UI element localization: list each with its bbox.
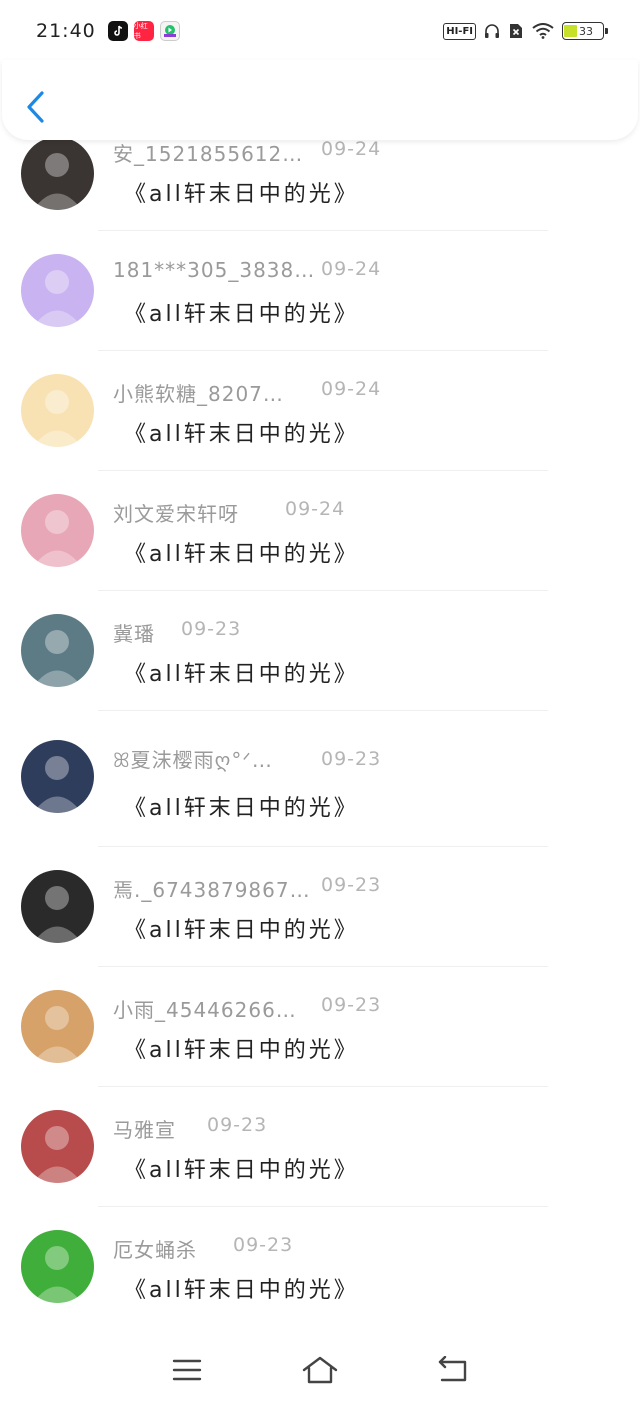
back-button[interactable] [24,90,54,124]
list-item[interactable]: 刘文爱宋轩呀 09-24 《all轩末日中的光》 [0,494,640,612]
avatar[interactable] [21,870,94,943]
sender-name: 181***305_3838… [113,258,316,282]
list-item[interactable]: 焉._6743879867… 09-23 《all轩末日中的光》 [0,870,640,988]
story-title[interactable]: 《all轩末日中的光》 [124,296,359,328]
menu-button[interactable] [167,1350,207,1390]
list-item[interactable]: 冀璠 09-23 《all轩末日中的光》 [0,614,640,732]
sender-name: 小雨_45446266… [113,998,297,1022]
divider [98,1206,548,1207]
status-time: 21:40 [36,20,96,42]
divider [98,710,548,711]
avatar[interactable] [21,1230,94,1303]
avatar[interactable] [21,254,94,327]
list-item[interactable]: 小熊软糖_8207… 09-24 《all轩末日中的光》 [0,374,640,492]
sender-name: ꕤ夏沫樱雨ღ°ᐟ… [113,748,273,772]
story-title[interactable]: 《all轩末日中的光》 [124,790,359,822]
home-icon [302,1356,338,1383]
story-title[interactable]: 《all轩末日中的光》 [124,656,359,688]
sender-name: 厄女蛹杀 [113,1238,197,1262]
story-title[interactable]: 《all轩末日中的光》 [124,1152,359,1184]
divider [98,846,548,847]
avatar[interactable] [21,374,94,447]
avatar[interactable] [21,137,94,210]
story-title[interactable]: 《all轩末日中的光》 [124,912,359,944]
list-item[interactable]: 安_1521855612… 09-24 《all轩末日中的光》 [0,137,640,260]
divider [98,230,548,231]
message-date: 09-23 [321,994,382,1016]
message-date: 09-24 [321,378,382,400]
status-indicators: HI-FI 33 [443,22,608,40]
battery-fill [564,25,577,37]
story-title[interactable]: 《all轩末日中的光》 [124,416,359,448]
chevron-left-icon [27,91,44,123]
video-app-icon [159,21,180,41]
home-button[interactable] [300,1350,340,1390]
message-date: 09-23 [321,874,382,896]
avatar[interactable] [21,1110,94,1183]
message-date: 09-23 [181,618,242,640]
message-date: 09-24 [321,258,382,280]
list-item[interactable]: ꕤ夏沫樱雨ღ°ᐟ… 09-23 《all轩末日中的光》 [0,740,640,858]
notification-app-icons: 小红书 [107,21,180,41]
sender-name: 刘文爱宋轩呀 [113,502,239,526]
message-date: 09-24 [285,498,346,520]
wifi-icon [532,22,554,40]
story-title[interactable]: 《all轩末日中的光》 [124,1032,359,1064]
message-date: 09-23 [233,1234,294,1256]
story-title[interactable]: 《all轩末日中的光》 [124,536,359,568]
message-date: 09-23 [207,1114,268,1136]
divider [98,470,548,471]
avatar[interactable] [21,614,94,687]
avatar[interactable] [21,990,94,1063]
list-item[interactable]: 马雅宣 09-23 《all轩末日中的光》 [0,1110,640,1228]
message-date: 09-24 [321,138,382,160]
top-header [2,60,638,140]
list-item[interactable]: 小雨_45446266… 09-23 《all轩末日中的光》 [0,990,640,1108]
menu-icon [172,1359,201,1380]
sender-name: 安_1521855612… [113,142,304,166]
story-title[interactable]: 《all轩末日中的光》 [124,1272,359,1304]
battery-indicator: 33 [562,22,608,40]
divider [98,590,548,591]
no-sim-icon [508,22,524,40]
sender-name: 焉._6743879867… [113,878,311,902]
list-item[interactable]: 厄女蛹杀 09-23 《all轩末日中的光》 [0,1230,640,1330]
sender-name: 冀璠 [113,622,155,646]
story-title[interactable]: 《all轩末日中的光》 [124,176,359,208]
avatar[interactable] [21,494,94,567]
avatar[interactable] [21,740,94,813]
divider [98,350,548,351]
list-item[interactable]: 181***305_3838… 09-24 《all轩末日中的光》 [0,254,640,372]
douyin-icon [107,21,128,41]
back-arrow-icon [439,1355,467,1381]
status-bar: 21:40 小红书 HI-FI 33 [0,0,640,62]
back-nav-button[interactable] [433,1350,473,1390]
message-date: 09-23 [321,748,382,770]
divider [98,966,548,967]
headphones-icon [484,22,500,40]
message-list: 安_1521855612… 09-24 《all轩末日中的光》 181***305_3… [0,0,640,1330]
xiaohongshu-icon: 小红书 [133,21,154,41]
battery-level: 33 [579,24,593,38]
system-nav-bar [0,1330,640,1409]
divider [98,1086,548,1087]
sender-name: 小熊软糖_8207… [113,382,284,406]
sender-name: 马雅宣 [113,1118,176,1142]
hifi-badge: HI-FI [443,22,476,40]
